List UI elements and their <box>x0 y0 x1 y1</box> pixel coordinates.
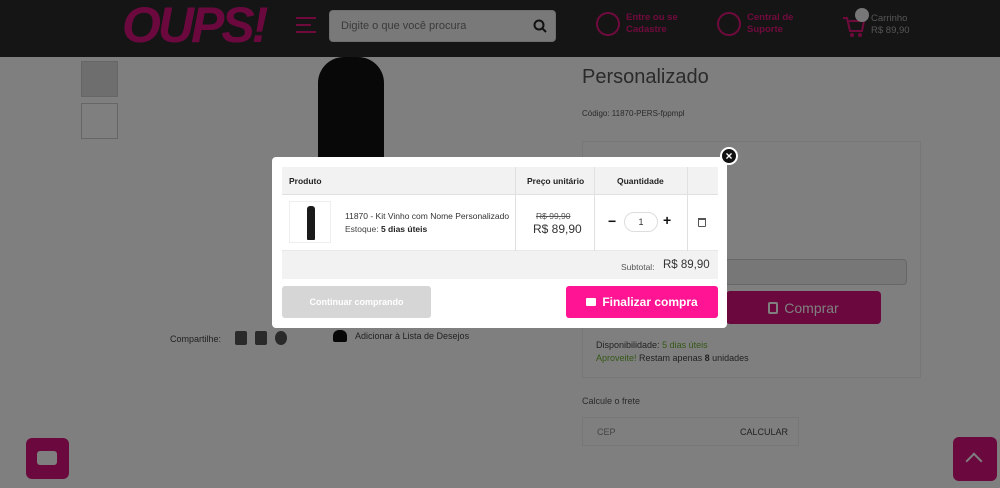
divider <box>687 167 688 251</box>
column-unit-price: Preço unitário <box>527 176 585 186</box>
old-price: R$ 99,90 <box>536 211 571 221</box>
subtotal-value: R$ 89,90 <box>663 259 710 271</box>
divider <box>515 167 516 251</box>
divider <box>594 167 595 251</box>
item-stock: Estoque: 5 dias úteis <box>345 224 427 234</box>
item-name[interactable]: 11870 - Kit Vinho com Nome Personalizado <box>345 211 509 221</box>
checkout-button[interactable]: Finalizar compra <box>566 286 718 318</box>
cart-table: Produto Preço unitário Quantidade <box>282 167 718 251</box>
close-icon[interactable]: × <box>720 147 738 165</box>
table-header: Produto Preço unitário Quantidade <box>282 167 718 195</box>
trash-icon[interactable] <box>698 218 706 227</box>
continue-shopping-button[interactable]: Continuar comprando <box>282 286 431 318</box>
checkout-label: Finalizar compra <box>602 295 698 309</box>
column-product: Produto <box>289 176 322 186</box>
column-quantity: Quantidade <box>617 176 664 186</box>
quantity-input[interactable]: 1 <box>624 212 658 232</box>
subtotal-label: Subtotal: <box>621 262 655 272</box>
increase-quantity-button[interactable]: + <box>663 213 671 227</box>
stock-value: 5 dias úteis <box>380 224 428 234</box>
cart-icon <box>586 298 597 306</box>
unit-price: R$ 89,90 <box>533 222 582 236</box>
item-thumbnail <box>289 201 331 243</box>
stock-label: Estoque: <box>345 224 379 234</box>
decrease-quantity-button[interactable]: − <box>608 214 616 228</box>
